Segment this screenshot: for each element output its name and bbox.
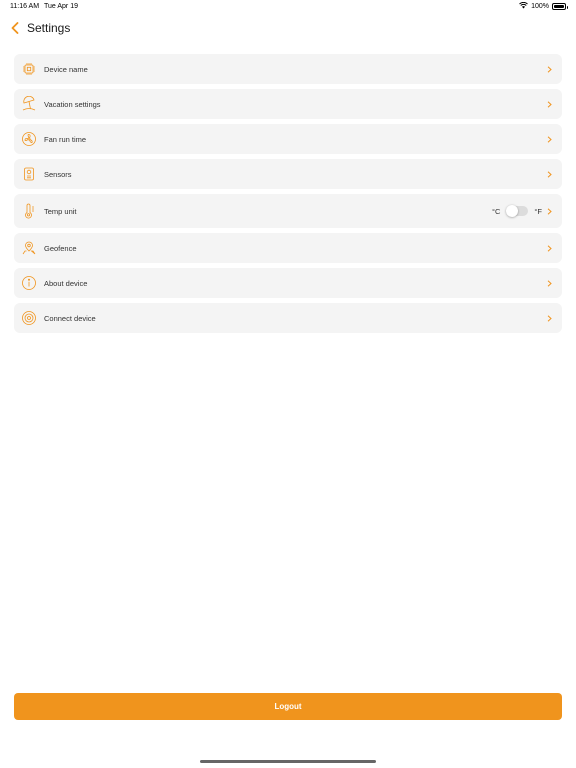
temp-unit-controls: °C °F [491,205,542,217]
fan-run-time-label: Fan run time [44,134,87,144]
sensor-icon [20,165,38,183]
device-name-row[interactable]: Device name [14,54,562,84]
toggle-knob [506,205,519,217]
temp-unit-label: Temp unit [44,206,77,216]
connect-device-row[interactable]: Connect device [14,303,562,333]
vacation-settings-row[interactable]: Vacation settings [14,89,562,119]
sensors-row[interactable]: Sensors [14,159,562,189]
status-date: Tue Apr 19 [44,3,78,10]
back-button[interactable] [8,19,22,37]
chevron-right-icon [546,279,552,287]
settings-list: Device name Vacation settings Fan run ti… [14,54,562,338]
battery-icon [552,3,568,10]
chevron-right-icon [546,65,552,73]
logout-button[interactable]: Logout [14,693,562,720]
chevron-right-icon [546,100,552,108]
fahrenheit-label: °F [534,206,542,216]
about-device-label: About device [44,278,88,288]
connect-icon [20,309,38,327]
chip-icon [20,60,38,78]
beach-umbrella-icon [20,95,38,113]
page-title: Settings [27,21,71,35]
about-device-row[interactable]: About device [14,268,562,298]
header: Settings [8,18,70,38]
chevron-right-icon [546,244,552,252]
status-time: 11:16 AM [10,3,40,10]
chevron-right-icon [546,314,552,322]
status-right: 100% [519,1,568,11]
vacation-settings-label: Vacation settings [44,99,101,109]
temp-unit-toggle[interactable] [506,205,529,217]
fan-icon [20,130,38,148]
device-name-label: Device name [44,64,88,74]
battery-percent: 100% [531,3,549,10]
home-indicator[interactable] [200,760,376,763]
celsius-label: °C [491,206,501,216]
wifi-icon [519,1,528,11]
location-pin-icon [20,239,38,257]
connect-device-label: Connect device [44,313,96,323]
fan-run-time-row[interactable]: Fan run time [14,124,562,154]
sensors-label: Sensors [44,169,72,179]
info-icon [20,274,38,292]
geofence-label: Geofence [44,243,77,253]
chevron-left-icon [11,22,19,34]
temp-unit-row: Temp unit °C °F [14,194,562,228]
chevron-right-icon [546,135,552,143]
thermometer-icon [20,202,38,220]
chevron-right-icon [546,170,552,178]
chevron-right-icon [546,207,552,215]
geofence-row[interactable]: Geofence [14,233,562,263]
status-bar: 11:16 AM Tue Apr 19 100% [0,0,576,14]
